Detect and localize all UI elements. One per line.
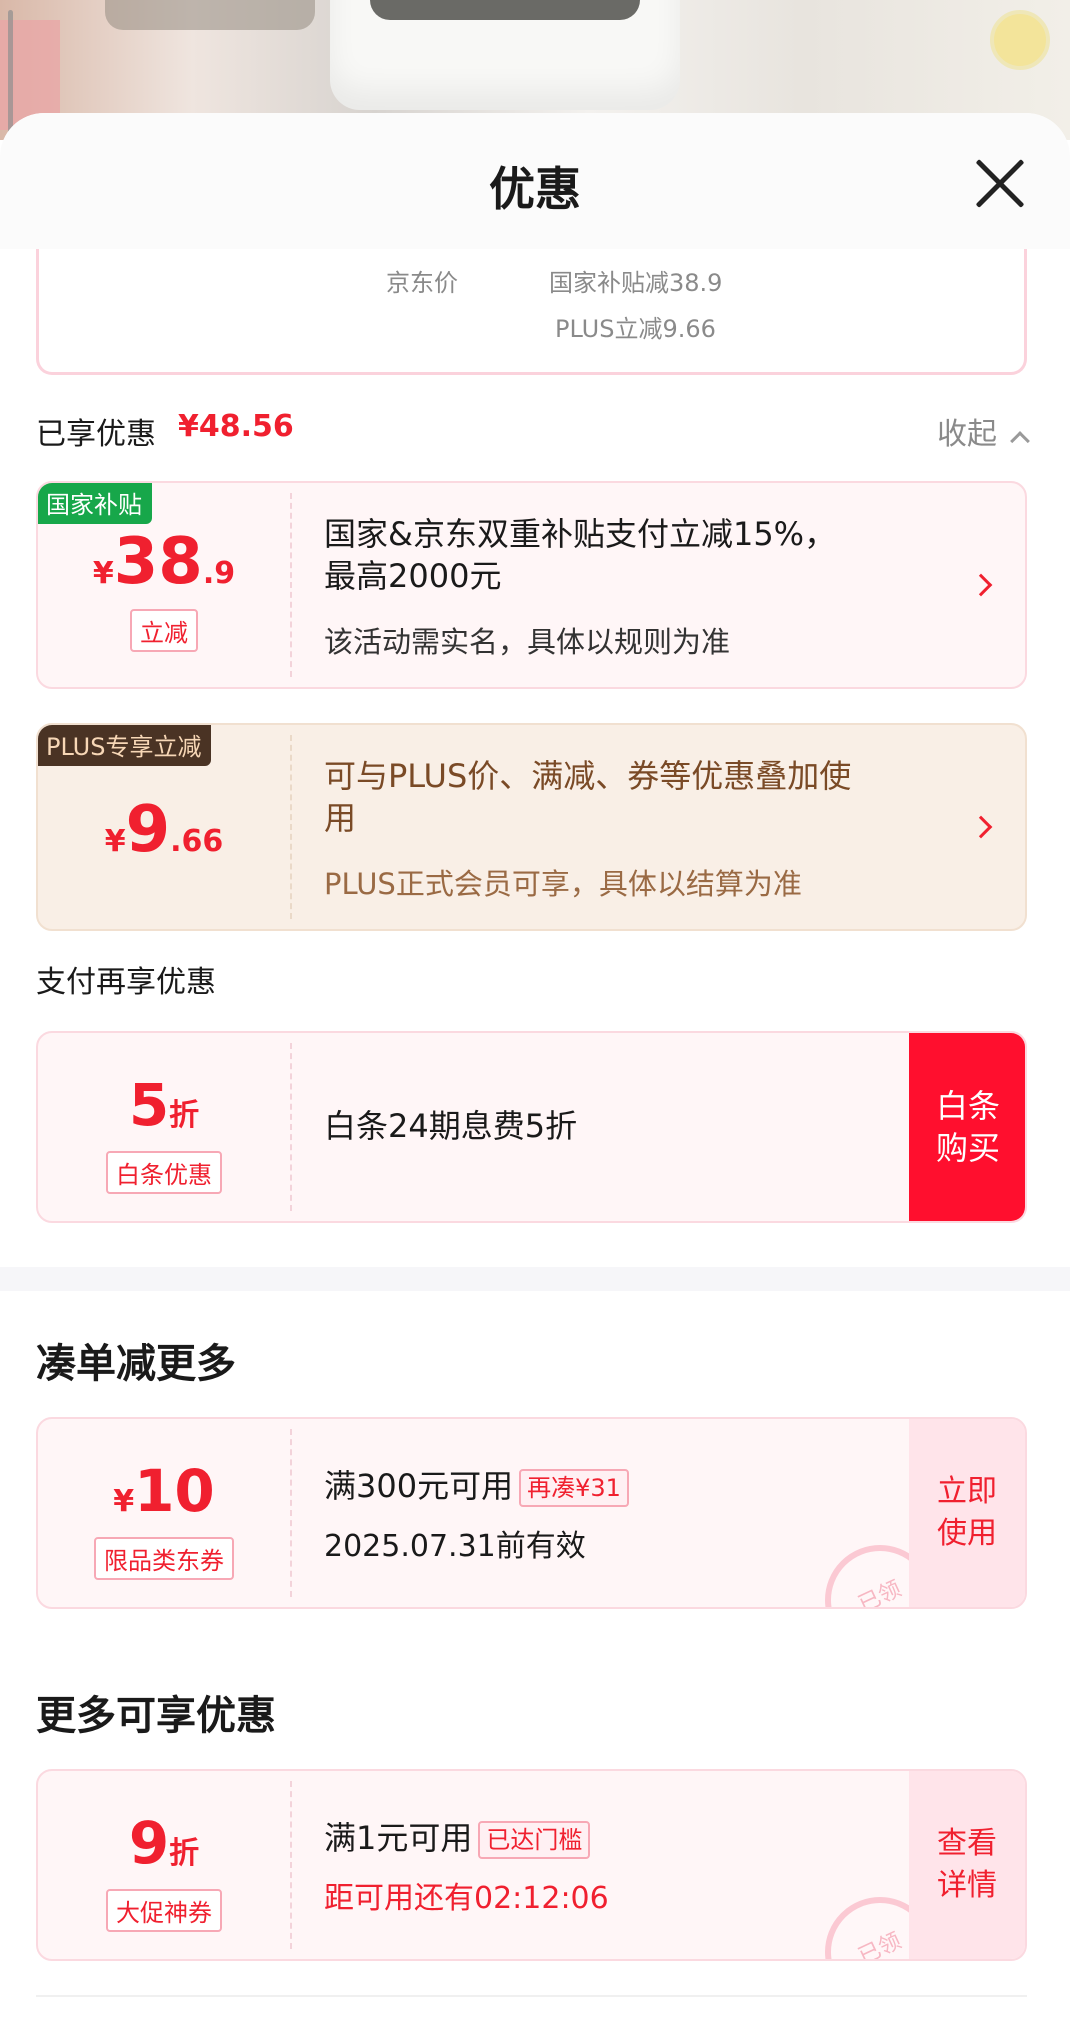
claimed-stamp-text: 已领	[854, 1928, 906, 1961]
promo-card[interactable]: 9折 大促神券 满1元可用 已达门槛 距可用还有02:12:06 已领 查看详情	[36, 1769, 1027, 1961]
subsidy-description: 国家&京东双重补贴支付立减15%， 最高2000元	[324, 513, 836, 597]
amount-decimal: .9	[202, 556, 236, 591]
currency-symbol: ¥	[113, 1484, 135, 1519]
section-gap	[0, 1267, 1070, 1291]
subsidy-card[interactable]: 国家补贴 ¥38.9 立减 国家&京东双重补贴支付立减15%， 最高2000元 …	[36, 481, 1027, 689]
plus-card[interactable]: PLUS专享立减 ¥9.66 可与PLUS价、满减、券等优惠叠加使 用 PLUS…	[36, 723, 1027, 931]
enjoyed-discount-row: 已享优惠 ¥48.56 收起	[36, 409, 1030, 452]
plus-line-1: 可与PLUS价、满减、券等优惠叠加使	[324, 757, 852, 795]
discount-number: 5	[128, 1071, 170, 1139]
coupon-threshold: 满300元可用	[324, 1467, 514, 1505]
subsidy-line-2: 最高2000元	[324, 557, 502, 595]
baitiao-description: 白条24期息费5折	[324, 1107, 578, 1145]
use-now-line-1: 立即	[937, 1474, 997, 1509]
coupon-category-badge: 限品类东券	[94, 1537, 234, 1580]
price-summary-box: 京东价 国家补贴减38.9 PLUS立减9.66	[36, 249, 1027, 375]
chevron-up-icon	[1010, 431, 1030, 451]
plus-line-2: 用	[324, 799, 357, 837]
baitiao-button-line-2: 购买	[935, 1129, 1000, 1167]
promo-discount: 9折	[38, 1809, 290, 1877]
threshold-reached-badge: 已达门槛	[478, 1821, 591, 1859]
plus-description: 可与PLUS价、满减、券等优惠叠加使 用	[324, 755, 851, 839]
amount-integer: 10	[134, 1457, 215, 1525]
collapse-label: 收起	[937, 417, 997, 452]
subsidy-line-1: 国家&京东双重补贴支付立减15%，	[324, 515, 837, 553]
close-icon[interactable]	[968, 151, 1032, 215]
currency-symbol: ¥	[92, 556, 114, 591]
chevron-right-icon[interactable]	[969, 815, 993, 839]
discount-sheet: 优惠 京东价 国家补贴减38.9 PLUS立减9.66 已享优惠 ¥48.56 …	[0, 113, 1070, 2042]
promo-badge: 大促神券	[106, 1889, 222, 1932]
plus-amount: ¥9.66	[38, 793, 290, 867]
plus-note: PLUS正式会员可享，具体以结算为准	[324, 867, 802, 901]
card-divider	[290, 493, 292, 677]
plus-reduction-label: PLUS立减9.66	[555, 315, 716, 343]
baitiao-badge: 白条优惠	[106, 1151, 222, 1194]
bundle-section-title: 凑单减更多	[36, 1341, 236, 1387]
card-divider	[290, 735, 292, 919]
coupon-amount: ¥10	[38, 1457, 290, 1525]
enjoyed-amount: ¥48.56	[178, 409, 294, 444]
coupon-condition: 满300元可用 再凑¥31	[324, 1465, 629, 1507]
use-now-line-2: 使用	[937, 1516, 997, 1551]
promo-condition: 满1元可用 已达门槛	[324, 1817, 591, 1859]
sheet-title: 优惠	[489, 162, 581, 216]
enjoyed-label: 已享优惠	[36, 417, 156, 452]
subsidy-reduction-label: 国家补贴减38.9	[549, 269, 723, 297]
coupon-card[interactable]: ¥10 限品类东券 满300元可用 再凑¥31 2025.07.31前有效 已领 …	[36, 1417, 1027, 1609]
claimed-stamp-text: 已领	[854, 1576, 906, 1609]
more-section-title: 更多可享优惠	[36, 1693, 276, 1739]
currency-symbol: ¥	[104, 824, 126, 859]
add-more-badge: 再凑¥31	[519, 1469, 629, 1507]
view-details-line-2: 详情	[937, 1868, 997, 1903]
reduction-badge: 立减	[130, 609, 198, 652]
photo-pill-decoration	[105, 0, 315, 30]
chevron-right-icon[interactable]	[969, 573, 993, 597]
amount-decimal: .66	[170, 824, 224, 859]
discount-number: 9	[128, 1809, 170, 1877]
amount-integer: 9	[125, 793, 171, 867]
discount-unit: 折	[169, 1098, 200, 1133]
lemon-decoration	[990, 10, 1050, 70]
baitiao-buy-button[interactable]: 白条 购买	[909, 1033, 1025, 1221]
promo-threshold: 满1元可用	[324, 1819, 473, 1857]
subsidy-note: 该活动需实名，具体以规则为准	[324, 625, 731, 659]
baitiao-button-line-1: 白条	[935, 1087, 1000, 1125]
ice-maker-image	[330, 0, 680, 110]
card-divider	[290, 1429, 292, 1597]
discount-unit: 折	[169, 1836, 200, 1871]
use-now-button[interactable]: 立即 使用	[909, 1419, 1025, 1607]
card-divider	[290, 1043, 292, 1211]
amount-integer: 38	[113, 525, 203, 599]
view-details-line-1: 查看	[937, 1826, 997, 1861]
coupon-expiry: 2025.07.31前有效	[324, 1529, 586, 1564]
card-divider	[290, 1781, 292, 1949]
collapse-button[interactable]: 收起	[937, 409, 1030, 453]
subsidy-amount: ¥38.9	[38, 525, 290, 599]
baitiao-discount: 5折	[38, 1071, 290, 1139]
promo-countdown: 距可用还有02:12:06	[324, 1881, 609, 1916]
baitiao-card[interactable]: 5折 白条优惠 白条24期息费5折 白条购买	[36, 1031, 1027, 1223]
view-details-button[interactable]: 查看 详情	[909, 1771, 1025, 1959]
payment-section-label: 支付再享优惠	[36, 965, 216, 1000]
bottom-divider	[36, 1995, 1027, 1997]
plus-tag: PLUS专享立减	[38, 725, 212, 766]
jd-price-label: 京东价	[386, 269, 458, 297]
sheet-header: 优惠	[0, 113, 1070, 249]
subsidy-tag: 国家补贴	[38, 483, 152, 524]
